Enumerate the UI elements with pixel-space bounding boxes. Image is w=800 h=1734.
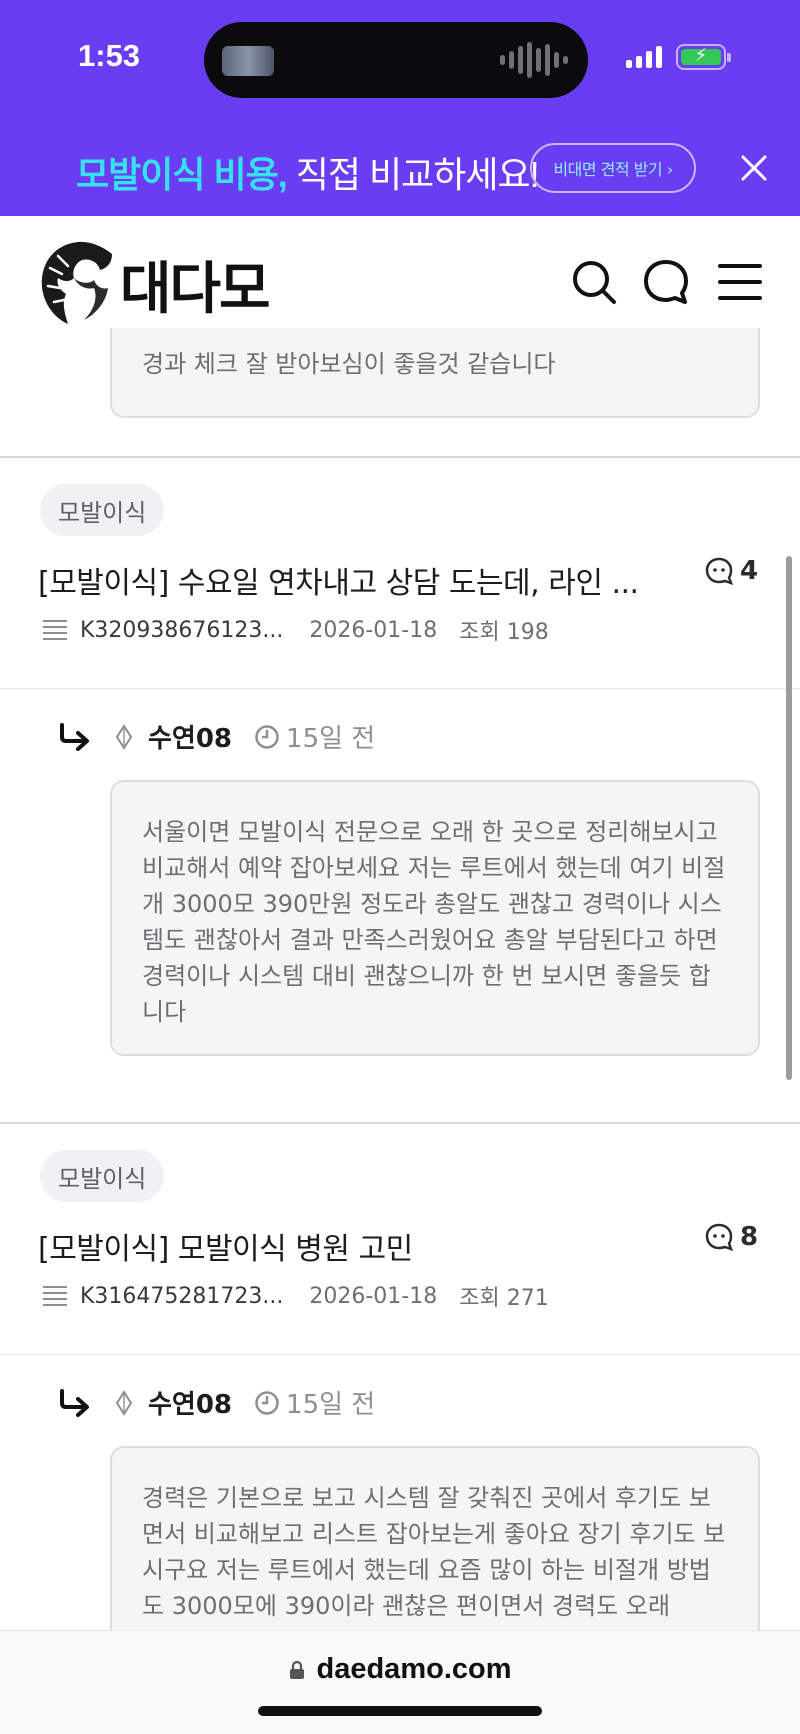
row-divider: [0, 688, 800, 689]
clock-icon: [255, 724, 279, 749]
battery-charging-icon: ⚡: [676, 44, 731, 70]
ad-headline[interactable]: 모발이식 비용, 직접 비교하세요!: [76, 146, 540, 198]
clock-icon: [255, 1390, 279, 1415]
reply-body-box: 서울이면 모발이식 전문으로 오래 한 곳으로 정리해보시고 비교해서 예약 잡…: [110, 780, 760, 1056]
now-playing-thumbnail: [222, 46, 274, 76]
reply-arrow-icon: [60, 1388, 89, 1417]
post-date: 2026-01-18: [309, 1283, 438, 1309]
row-divider: [0, 1354, 800, 1355]
post-title[interactable]: [모발이식] 수요일 연차내고 상담 도는데, 라인 ...: [38, 558, 639, 602]
post-meta: K320938676123... 2026-01-18 조회 198: [42, 614, 549, 646]
list-icon: [43, 1286, 67, 1306]
ad-headline-highlight: 모발이식 비용,: [76, 154, 288, 195]
comment-icon: [705, 557, 734, 586]
post-meta: K316475281723... 2026-01-18 조회 271: [42, 1280, 549, 1312]
close-icon[interactable]: [738, 152, 770, 184]
comment-count-value: 8: [740, 1222, 759, 1252]
rank-diamond-icon: [115, 723, 133, 750]
comment-count[interactable]: 4: [704, 556, 758, 586]
comment-count[interactable]: 8: [704, 1222, 758, 1252]
ad-estimate-button[interactable]: 비대면 견적 받기 ›: [530, 143, 696, 193]
post-title[interactable]: [모발이식] 모발이식 병원 고민: [38, 1224, 413, 1268]
status-time: 1:53: [78, 38, 141, 73]
reply-body-box: 경과 체크 잘 받아보심이 좋을것 같습니다: [110, 328, 760, 418]
comment-icon: [705, 1223, 734, 1252]
reply-arrow-icon: [60, 722, 89, 751]
reply-author[interactable]: 수연08: [148, 1384, 232, 1421]
reply-body-text: 경력은 기본으로 보고 시스템 잘 갖춰진 곳에서 후기도 보면서 비교해보고 …: [142, 1484, 726, 1620]
hamburger-menu-icon[interactable]: [716, 258, 764, 306]
url-domain[interactable]: daedamo.com: [317, 1653, 512, 1686]
category-tag[interactable]: 모발이식: [40, 1150, 165, 1202]
post-author[interactable]: K316475281723...: [80, 1284, 283, 1309]
reply-body-text: 경과 체크 잘 받아보심이 좋을것 같습니다: [142, 350, 556, 378]
post-author[interactable]: K320938676123...: [80, 618, 283, 643]
section-divider: [0, 456, 800, 458]
chat-bubble-icon[interactable]: [642, 258, 690, 306]
reply-body-text: 서울이면 모발이식 전문으로 오래 한 곳으로 정리해보시고 비교해서 예약 잡…: [142, 818, 726, 1026]
lion-logo-icon[interactable]: [38, 238, 114, 328]
section-divider: [0, 1122, 800, 1124]
category-tag[interactable]: 모발이식: [40, 484, 165, 536]
reply-time-ago: 15일 전: [286, 1390, 376, 1420]
scrollbar[interactable]: [786, 556, 792, 1080]
reply-time-ago: 15일 전: [286, 724, 376, 754]
post-views: 조회 271: [459, 1286, 549, 1311]
reply-header: 수연08 15일 전: [58, 718, 375, 755]
post-date: 2026-01-18: [309, 617, 438, 643]
ad-headline-rest: 직접 비교하세요!: [286, 154, 540, 195]
search-icon[interactable]: [570, 258, 618, 306]
dynamic-island: [204, 22, 588, 98]
cellular-signal-icon: [626, 44, 662, 68]
browser-url-bar[interactable]: daedamo.com: [0, 1630, 800, 1734]
reply-author[interactable]: 수연08: [148, 718, 232, 755]
comment-count-value: 4: [740, 556, 759, 586]
list-icon: [43, 620, 67, 640]
audio-waveform-icon: [500, 40, 568, 80]
rank-diamond-icon: [115, 1389, 133, 1416]
reply-header: 수연08 15일 전: [58, 1384, 375, 1421]
reply-body-box: 경력은 기본으로 보고 시스템 잘 갖춰진 곳에서 후기도 보면서 비교해보고 …: [110, 1446, 760, 1646]
home-indicator[interactable]: [258, 1706, 542, 1716]
post-views: 조회 198: [459, 620, 549, 645]
site-logo-text[interactable]: 대다모: [120, 244, 271, 325]
lock-icon: [289, 1660, 304, 1679]
